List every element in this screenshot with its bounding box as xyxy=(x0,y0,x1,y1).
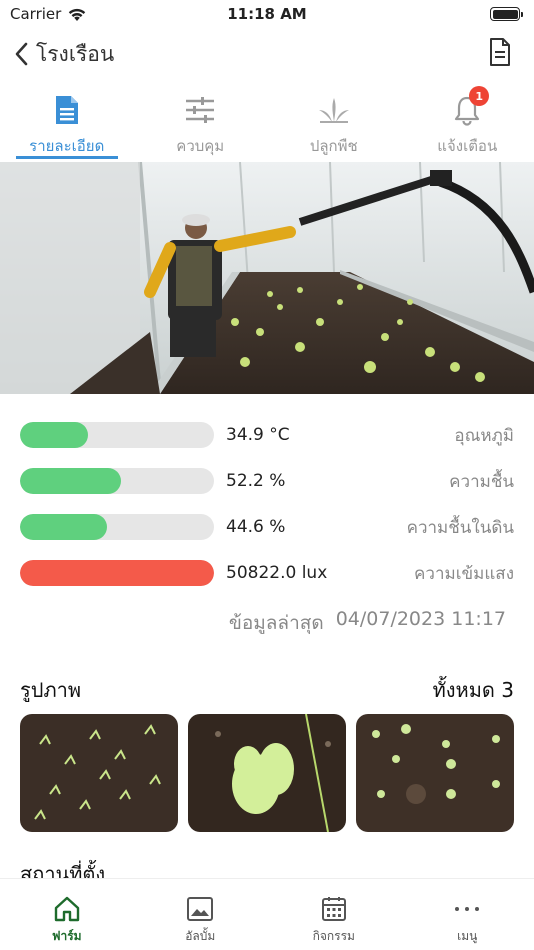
bottom-tab-activity-label: กิจกรรม xyxy=(312,929,355,943)
sliders-icon xyxy=(186,97,215,123)
page-title: โรงเรือน xyxy=(36,41,115,66)
plant-icon xyxy=(318,98,349,123)
calendar-icon xyxy=(321,897,346,921)
chevron-left-icon xyxy=(15,42,28,66)
photo-gallery xyxy=(20,714,514,832)
bottom-tab-bar: ฟาร์ม อัลบั้ม กิจกรรม เมนู xyxy=(0,878,534,950)
tab-planting[interactable]: ปลูกพืช xyxy=(267,86,401,162)
bottom-tab-album-label: อัลบั้ม xyxy=(185,929,216,943)
bottom-tab-farm-label: ฟาร์ม xyxy=(51,929,82,943)
document-icon xyxy=(55,96,78,124)
tab-planting-label: ปลูกพืช xyxy=(309,137,358,155)
tab-details-label: รายละเอียด xyxy=(29,137,105,155)
notification-badge: 1 xyxy=(469,86,490,106)
tab-notifications[interactable]: 1 แจ้งเตือน xyxy=(401,86,534,162)
bottom-tab-menu-label: เมนู xyxy=(457,929,478,943)
tab-bar: รายละเอียด ควบคุม ปลูกพืช 1 แจ้งเตือน xyxy=(0,86,534,162)
light-bar xyxy=(20,560,214,586)
humidity-label: ความชื้น xyxy=(449,471,514,492)
tab-details[interactable]: รายละเอียด xyxy=(0,86,134,162)
last-updated: ข้อมูลล่าสุด 04/07/2023 11:17 xyxy=(229,608,506,638)
photo-thumbnail[interactable] xyxy=(356,714,514,832)
humidity-value: 52.2 % xyxy=(226,471,286,491)
photos-header: รูปภาพ ทั้งหมด 3 xyxy=(20,674,514,706)
photo-thumbnail[interactable] xyxy=(20,714,178,832)
sensor-list: 34.9 °C อุณหภูมิ 52.2 % ความชื้น 44.6 % … xyxy=(20,412,514,596)
tab-control-label: ควบคุม xyxy=(176,137,225,155)
carrier-label: Carrier xyxy=(10,5,62,23)
bottom-tab-farm[interactable]: ฟาร์ม xyxy=(0,879,134,950)
sensor-row-soil-moisture: 44.6 % ความชื้นในดิน xyxy=(20,504,514,550)
sensor-row-light: 50822.0 lux ความเข้มแสง xyxy=(20,550,514,596)
photos-title: รูปภาพ xyxy=(20,678,82,702)
soil-moisture-label: ความชื้นในดิน xyxy=(406,517,514,538)
more-icon xyxy=(455,907,480,911)
temperature-bar xyxy=(20,422,214,448)
humidity-bar xyxy=(20,468,214,494)
sensor-row-humidity: 52.2 % ความชื้น xyxy=(20,458,514,504)
image-icon xyxy=(187,897,214,921)
sensor-row-temperature: 34.9 °C อุณหภูมิ xyxy=(20,412,514,458)
bottom-tab-activity[interactable]: กิจกรรม xyxy=(267,879,401,950)
battery-icon xyxy=(490,7,523,21)
document-icon xyxy=(490,38,510,66)
status-bar: Carrier 11:18 AM xyxy=(0,0,534,28)
temperature-value: 34.9 °C xyxy=(226,425,290,445)
tab-control[interactable]: ควบคุม xyxy=(134,86,268,162)
report-button[interactable] xyxy=(488,37,512,71)
wifi-icon xyxy=(69,8,86,21)
photo-thumbnail[interactable] xyxy=(188,714,346,832)
back-button[interactable]: โรงเรือน xyxy=(14,38,114,71)
bottom-tab-menu[interactable]: เมนู xyxy=(401,879,534,950)
soil-moisture-bar xyxy=(20,514,214,540)
last-updated-label: ข้อมูลล่าสุด xyxy=(228,612,324,634)
temperature-label: อุณหภูมิ xyxy=(454,425,514,446)
status-left: Carrier xyxy=(10,5,87,23)
light-value: 50822.0 lux xyxy=(226,563,328,583)
last-updated-timestamp: 04/07/2023 11:17 xyxy=(335,608,506,630)
tab-notifications-label: แจ้งเตือน xyxy=(437,137,498,155)
soil-moisture-value: 44.6 % xyxy=(226,517,286,537)
light-label: ความเข้มแสง xyxy=(414,563,514,584)
home-icon xyxy=(54,896,79,922)
bottom-tab-album[interactable]: อัลบั้ม xyxy=(134,879,268,950)
photos-count[interactable]: ทั้งหมด 3 xyxy=(433,674,514,706)
nav-bar: โรงเรือน xyxy=(0,30,534,78)
greenhouse-photo[interactable] xyxy=(0,162,534,394)
